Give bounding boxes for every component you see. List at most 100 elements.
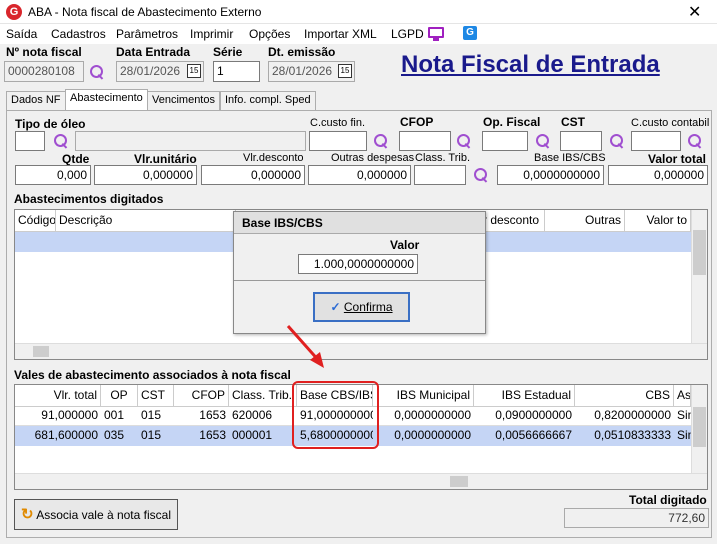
cell-vlr-total: 91,000000	[41, 408, 98, 422]
col-cbs[interactable]: CBS	[575, 385, 674, 407]
menu-saida[interactable]: Saída	[6, 27, 37, 41]
dialog-title: Base IBS/CBS	[234, 212, 485, 234]
cell-ibs-estadual: 0,0056666667	[495, 428, 572, 442]
vales-vscroll[interactable]	[691, 385, 707, 473]
cell-ibs-estadual: 0,0900000000	[495, 408, 572, 422]
ccusto-fin-input[interactable]	[309, 131, 367, 151]
vlr-unitario-input[interactable]: 0,000000	[94, 165, 197, 185]
cell-cbs: 0,0510833333	[594, 428, 671, 442]
menu-cadastros[interactable]: Cadastros	[51, 27, 106, 41]
cell-op: 001	[104, 408, 125, 422]
abastecimentos-title: Abastecimentos digitados	[14, 192, 164, 206]
op-fiscal-input[interactable]	[482, 131, 528, 151]
menu-lgpd[interactable]: LGPD	[391, 27, 424, 41]
cell-ibs-municipal: 0,0000000000	[394, 408, 471, 422]
page-title: Nota Fiscal de Entrada	[401, 51, 660, 78]
col-ass[interactable]: Ass	[674, 385, 691, 407]
cell-op: 035	[104, 428, 125, 442]
cst-label: CST	[561, 115, 585, 129]
window-title: ABA - Nota fiscal de Abastecimento Exter…	[28, 5, 262, 19]
search-tipo-oleo-icon[interactable]	[52, 132, 70, 150]
cell-cbs: 0,8200000000	[594, 408, 671, 422]
red-arrow-icon	[286, 325, 324, 368]
highlight-box	[292, 381, 379, 449]
monitor-stand-icon	[433, 38, 439, 41]
op-fiscal-label: Op. Fiscal	[483, 115, 541, 129]
menu-parametros[interactable]: Parâmetros	[116, 27, 178, 41]
search-class-trib-icon[interactable]	[472, 166, 490, 184]
qtde-input[interactable]: 0,000	[15, 165, 91, 185]
app-g-icon[interactable]: G	[463, 26, 477, 40]
app-logo-icon: G	[6, 4, 22, 20]
base-ibs-cbs-input[interactable]: 0,0000000000	[497, 165, 604, 185]
nota-fiscal-input[interactable]: 0000280108	[4, 61, 84, 82]
nota-fiscal-label: Nº nota fiscal	[6, 45, 82, 59]
cell-cfop: 1653	[199, 408, 226, 422]
ccusto-contabil-label: C.custo contabil	[631, 117, 710, 129]
search-op-fiscal-icon[interactable]	[534, 132, 552, 150]
cell-ass: Sim	[677, 408, 691, 422]
col-codigo[interactable]: Código	[15, 210, 56, 232]
search-ccusto-contabil-icon[interactable]	[686, 132, 704, 150]
check-icon: ✓	[330, 300, 341, 314]
tipo-oleo-code-input[interactable]	[15, 131, 45, 151]
abastecimentos-hscroll[interactable]	[15, 343, 707, 359]
valor-total-input[interactable]: 0,000000	[608, 165, 708, 185]
total-digitado-value: 772,60	[564, 508, 709, 528]
col-cst[interactable]: CST	[138, 385, 174, 407]
calendar-entrada-icon[interactable]: 15	[187, 64, 201, 78]
confirma-button[interactable]: ✓ Confirma	[313, 292, 410, 322]
monitor-icon[interactable]	[428, 27, 444, 38]
cell-cst: 015	[141, 428, 162, 442]
col-cfop[interactable]: CFOP	[174, 385, 229, 407]
outras-despesas-input[interactable]: 0,000000	[308, 165, 411, 185]
vlr-unitario-label: Vlr.unitário	[134, 152, 197, 166]
menu-importar-xml[interactable]: Importar XML	[304, 27, 377, 41]
cfop-input[interactable]	[399, 131, 451, 151]
menu-opcoes[interactable]: Opções	[249, 27, 290, 41]
menu-imprimir[interactable]: Imprimir	[190, 27, 233, 41]
col-class-trib[interactable]: Class. Trib.	[229, 385, 297, 407]
search-cfop-icon[interactable]	[455, 132, 473, 150]
search-ccusto-fin-icon[interactable]	[372, 132, 390, 150]
col-descricao[interactable]: Descrição	[56, 210, 236, 232]
base-ibs-cbs-label: Base IBS/CBS	[534, 152, 606, 164]
valor-total-label: Valor total	[648, 152, 707, 166]
tab-dados-nf[interactable]: Dados NF	[6, 91, 66, 110]
total-digitado-label: Total digitado	[629, 493, 707, 507]
associa-vale-button[interactable]: ↻ Associa vale à nota fiscal	[14, 499, 178, 530]
serie-input[interactable]: 1	[213, 61, 260, 82]
col-outras[interactable]: Outras	[545, 210, 625, 232]
tab-abastecimento[interactable]: Abastecimento	[65, 89, 148, 111]
col-ibs-municipal[interactable]: IBS Municipal	[373, 385, 474, 407]
col-op[interactable]: OP	[101, 385, 138, 407]
cell-cst: 015	[141, 408, 162, 422]
class-trib-input[interactable]	[414, 165, 466, 185]
col-desconto[interactable]: r desconto	[480, 210, 545, 232]
vlr-desconto-input[interactable]: 0,000000	[201, 165, 305, 185]
col-ibs-estadual[interactable]: IBS Estadual	[474, 385, 575, 407]
base-ibs-cbs-dialog: Base IBS/CBS Valor 1.000,0000000000 ✓ Co…	[233, 211, 486, 334]
tab-vencimentos[interactable]: Vencimentos	[147, 91, 220, 110]
cst-input[interactable]	[560, 131, 602, 151]
tipo-oleo-desc-input	[75, 131, 306, 151]
vlr-desconto-label: Vlr.desconto	[243, 152, 304, 164]
class-trib-label: Class. Trib.	[415, 152, 471, 164]
ccusto-fin-label: C.custo fin.	[310, 117, 366, 129]
data-entrada-label: Data Entrada	[116, 45, 191, 59]
tab-info-compl-sped[interactable]: Info. compl. Sped	[220, 91, 316, 110]
search-nota-icon[interactable]	[88, 63, 106, 81]
cell-vlr-total: 681,600000	[34, 428, 98, 442]
search-cst-icon[interactable]	[608, 132, 626, 150]
vales-hscroll[interactable]	[15, 473, 707, 489]
abastecimentos-vscroll[interactable]	[691, 210, 707, 343]
calendar-emissao-icon[interactable]: 15	[338, 64, 352, 78]
col-vlr-total[interactable]: Vlr. total	[15, 385, 101, 407]
col-valor-total[interactable]: Valor to	[625, 210, 691, 232]
close-window-button[interactable]: ✕	[688, 2, 701, 22]
cell-ass: Sim	[677, 428, 691, 442]
valor-input[interactable]: 1.000,0000000000	[298, 254, 418, 274]
valor-label: Valor	[390, 238, 420, 252]
cell-class-trib: 620006	[232, 408, 273, 422]
ccusto-contabil-input[interactable]	[631, 131, 681, 151]
